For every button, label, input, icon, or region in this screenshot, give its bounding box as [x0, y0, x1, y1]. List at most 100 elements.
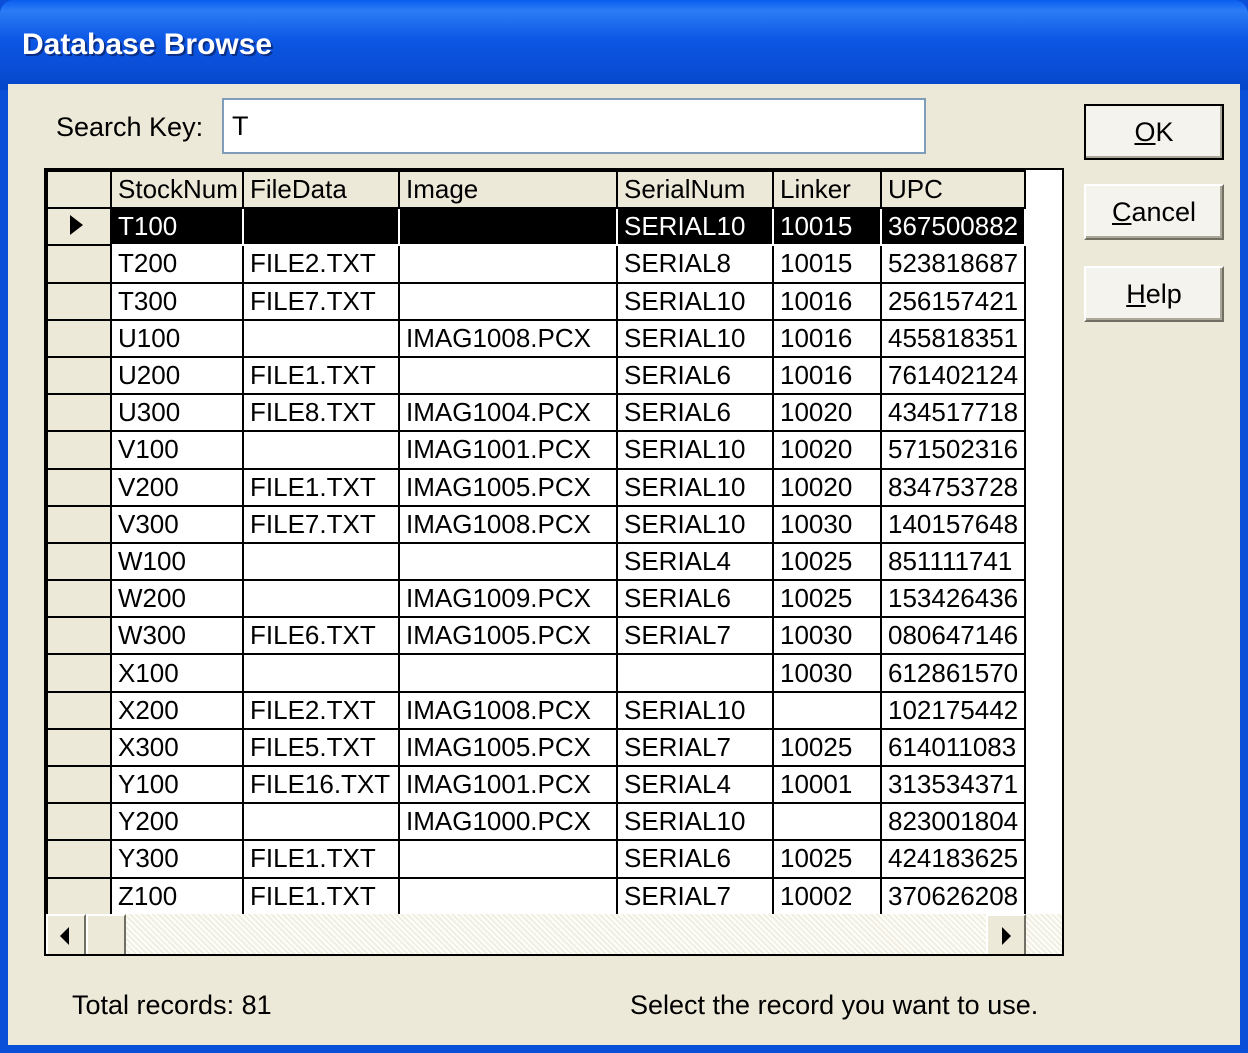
- cell-upc[interactable]: 823001804: [880, 802, 1026, 842]
- cell-upc[interactable]: 523818687: [880, 244, 1026, 284]
- cell-upc[interactable]: 424183625: [880, 839, 1026, 879]
- cell-linker[interactable]: [772, 690, 882, 730]
- cell-image[interactable]: IMAG1001.PCX: [398, 764, 618, 805]
- cell-linker[interactable]: 10020: [772, 430, 882, 470]
- cell-linker[interactable]: 10015: [772, 207, 882, 247]
- row-indicator[interactable]: [46, 690, 112, 730]
- table-row[interactable]: U100 IMAG1008.PCX SERIAL10 10016 455818351: [46, 318, 1026, 358]
- cell-stocknum[interactable]: T200: [110, 244, 244, 284]
- cell-filedata[interactable]: [242, 653, 400, 693]
- table-row[interactable]: T300 FILE7.TXT SERIAL10 10016 256157421: [46, 281, 1026, 321]
- row-indicator[interactable]: [46, 541, 112, 582]
- cell-serialnum[interactable]: SERIAL4: [616, 764, 774, 805]
- cell-upc[interactable]: 102175442: [880, 690, 1026, 730]
- row-indicator[interactable]: [46, 802, 112, 842]
- cell-stocknum[interactable]: U100: [110, 318, 244, 358]
- cell-image[interactable]: [398, 207, 618, 247]
- cell-serialnum[interactable]: SERIAL10: [616, 504, 774, 544]
- cell-linker[interactable]: 10002: [772, 876, 882, 916]
- cell-filedata[interactable]: FILE5.TXT: [242, 727, 400, 768]
- cell-upc[interactable]: 256157421: [880, 281, 1026, 321]
- cell-linker[interactable]: 10025: [772, 541, 882, 582]
- cell-upc[interactable]: 761402124: [880, 355, 1026, 396]
- table-row[interactable]: X100 10030 612861570: [46, 653, 1026, 693]
- cell-upc[interactable]: 080647146: [880, 616, 1026, 656]
- cell-image[interactable]: IMAG1005.PCX: [398, 616, 618, 656]
- cell-image[interactable]: IMAG1008.PCX: [398, 504, 618, 544]
- cell-serialnum[interactable]: SERIAL4: [616, 541, 774, 582]
- row-indicator[interactable]: [46, 318, 112, 358]
- cell-image[interactable]: IMAG1005.PCX: [398, 467, 618, 507]
- row-indicator[interactable]: [46, 355, 112, 396]
- cell-stocknum[interactable]: Y100: [110, 764, 244, 805]
- cell-image[interactable]: IMAG1009.PCX: [398, 579, 618, 619]
- row-indicator[interactable]: [46, 727, 112, 768]
- cell-linker[interactable]: 10025: [772, 727, 882, 768]
- cell-stocknum[interactable]: W200: [110, 579, 244, 619]
- cell-serialnum[interactable]: SERIAL10: [616, 802, 774, 842]
- cell-stocknum[interactable]: V200: [110, 467, 244, 507]
- table-row[interactable]: T200 FILE2.TXT SERIAL8 10015 523818687: [46, 244, 1026, 284]
- cell-upc[interactable]: 313534371: [880, 764, 1026, 805]
- cell-filedata[interactable]: FILE2.TXT: [242, 690, 400, 730]
- cell-serialnum[interactable]: SERIAL10: [616, 690, 774, 730]
- scroll-right-button[interactable]: [986, 914, 1026, 954]
- row-indicator[interactable]: [46, 616, 112, 656]
- cell-linker[interactable]: 10025: [772, 839, 882, 879]
- cell-filedata[interactable]: FILE1.TXT: [242, 467, 400, 507]
- cell-stocknum[interactable]: T300: [110, 281, 244, 321]
- table-row[interactable]: Z100 FILE1.TXT SERIAL7 10002 370626208: [46, 876, 1026, 916]
- cell-stocknum[interactable]: V100: [110, 430, 244, 470]
- cell-upc[interactable]: 851111741: [880, 541, 1026, 582]
- cell-filedata[interactable]: FILE6.TXT: [242, 616, 400, 656]
- cell-image[interactable]: IMAG1008.PCX: [398, 690, 618, 730]
- row-indicator[interactable]: [46, 653, 112, 693]
- cell-filedata[interactable]: [242, 430, 400, 470]
- cell-upc[interactable]: 367500882: [880, 207, 1026, 247]
- cell-stocknum[interactable]: W300: [110, 616, 244, 656]
- cell-serialnum[interactable]: SERIAL7: [616, 616, 774, 656]
- cell-serialnum[interactable]: SERIAL6: [616, 839, 774, 879]
- cell-image[interactable]: [398, 281, 618, 321]
- table-row[interactable]: U200 FILE1.TXT SERIAL6 10016 761402124: [46, 355, 1026, 396]
- row-indicator[interactable]: [46, 504, 112, 544]
- cell-upc[interactable]: 140157648: [880, 504, 1026, 544]
- row-indicator[interactable]: [46, 244, 112, 284]
- cell-image[interactable]: [398, 839, 618, 879]
- cell-linker[interactable]: 10030: [772, 504, 882, 544]
- cell-linker[interactable]: 10015: [772, 244, 882, 284]
- table-row[interactable]: V300 FILE7.TXT IMAG1008.PCX SERIAL10 10030 14…: [46, 504, 1026, 544]
- cell-filedata[interactable]: FILE1.TXT: [242, 355, 400, 396]
- cell-stocknum[interactable]: W100: [110, 541, 244, 582]
- table-row[interactable]: U300 FILE8.TXT IMAG1004.PCX SERIAL6 10020 434…: [46, 393, 1026, 433]
- table-row[interactable]: X300 FILE5.TXT IMAG1005.PCX SERIAL7 10025 614…: [46, 727, 1026, 768]
- cell-stocknum[interactable]: X100: [110, 653, 244, 693]
- cell-stocknum[interactable]: Y200: [110, 802, 244, 842]
- records-grid[interactable]: StockNum FileData Image SerialNum Linker UPC …: [44, 168, 1064, 956]
- column-header-image[interactable]: Image: [398, 170, 618, 210]
- cell-image[interactable]: [398, 244, 618, 284]
- cell-upc[interactable]: 370626208: [880, 876, 1026, 916]
- cell-linker[interactable]: 10016: [772, 318, 882, 358]
- cell-linker[interactable]: 10001: [772, 764, 882, 805]
- row-indicator[interactable]: [46, 839, 112, 879]
- search-key-input[interactable]: [222, 98, 926, 154]
- cell-serialnum[interactable]: SERIAL10: [616, 207, 774, 247]
- column-header-stocknum[interactable]: StockNum: [110, 170, 244, 210]
- cell-upc[interactable]: 834753728: [880, 467, 1026, 507]
- horizontal-scroll-thumb[interactable]: [86, 914, 126, 954]
- cell-filedata[interactable]: [242, 802, 400, 842]
- cell-stocknum[interactable]: V300: [110, 504, 244, 544]
- cell-stocknum[interactable]: X300: [110, 727, 244, 768]
- cell-linker[interactable]: 10020: [772, 393, 882, 433]
- cell-image[interactable]: [398, 653, 618, 693]
- cell-filedata[interactable]: FILE2.TXT: [242, 244, 400, 284]
- column-header-upc[interactable]: UPC: [880, 170, 1026, 210]
- cell-linker[interactable]: 10020: [772, 467, 882, 507]
- column-header-linker[interactable]: Linker: [772, 170, 882, 210]
- table-row[interactable]: Y200 IMAG1000.PCX SERIAL10 823001804: [46, 802, 1026, 842]
- cell-filedata[interactable]: [242, 541, 400, 582]
- cell-image[interactable]: IMAG1000.PCX: [398, 802, 618, 842]
- cell-stocknum[interactable]: X200: [110, 690, 244, 730]
- cell-image[interactable]: IMAG1008.PCX: [398, 318, 618, 358]
